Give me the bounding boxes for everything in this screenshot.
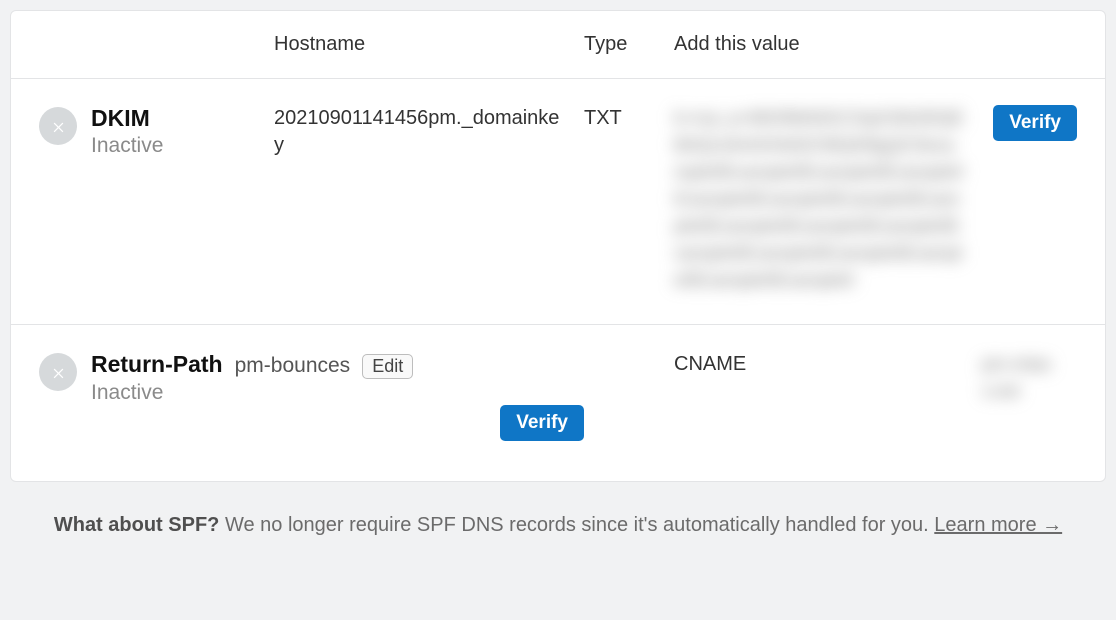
record-status: Inactive — [91, 134, 163, 158]
verify-button[interactable]: Verify — [993, 105, 1077, 141]
record-action: Verify — [39, 405, 584, 441]
record-action: Verify — [982, 105, 1077, 141]
record-row-returnpath: Return-Path pm-bounces Edit Inactive CNA… — [11, 325, 1105, 481]
record-value: pm.mtasv.net — [982, 351, 1077, 405]
record-status: Inactive — [91, 381, 413, 405]
record-value-redacted: k=rsa; p=MIGfMA0GCSqGSIb3DQEBAQUAA4GNADC… — [674, 105, 968, 294]
learn-more-link[interactable]: Learn more → — [934, 514, 1062, 536]
x-icon — [51, 119, 66, 134]
header-hostname: Hostname — [274, 31, 584, 58]
record-name: Return-Path — [91, 351, 223, 378]
record-title-block: Return-Path pm-bounces Edit Inactive — [39, 351, 674, 405]
record-title-text: DKIM Inactive — [91, 105, 163, 158]
record-type: TXT — [584, 105, 674, 132]
record-hostname: 20210901141456pm._domainkey — [274, 105, 584, 159]
record-value: k=rsa; p=MIGfMA0GCSqGSIb3DQEBAQUAA4GNADC… — [674, 105, 982, 294]
header-type: Type — [584, 31, 674, 58]
x-icon — [51, 365, 66, 380]
footer-bold: What about SPF? — [54, 514, 220, 536]
status-inactive-icon — [39, 107, 77, 145]
verify-button[interactable]: Verify — [500, 405, 584, 441]
dns-records-card: Hostname Type Add this value DKIM Inacti… — [10, 10, 1106, 482]
record-value-redacted: pm.mtasv.net — [982, 351, 1063, 405]
footer-text: We no longer require SPF DNS records sin… — [225, 514, 929, 536]
header-value: Add this value — [674, 31, 982, 58]
record-hostname: pm-bounces — [235, 354, 351, 378]
spf-footer-note: What about SPF? We no longer require SPF… — [10, 482, 1106, 550]
table-header: Hostname Type Add this value — [11, 11, 1105, 79]
record-row-dkim: DKIM Inactive 20210901141456pm._domainke… — [11, 79, 1105, 325]
record-title-block: DKIM Inactive — [39, 105, 274, 158]
record-name: DKIM — [91, 105, 163, 132]
status-inactive-icon — [39, 353, 77, 391]
edit-button[interactable]: Edit — [362, 354, 413, 379]
record-title-text: Return-Path pm-bounces Edit Inactive — [91, 351, 413, 405]
record-type: CNAME — [674, 351, 982, 405]
